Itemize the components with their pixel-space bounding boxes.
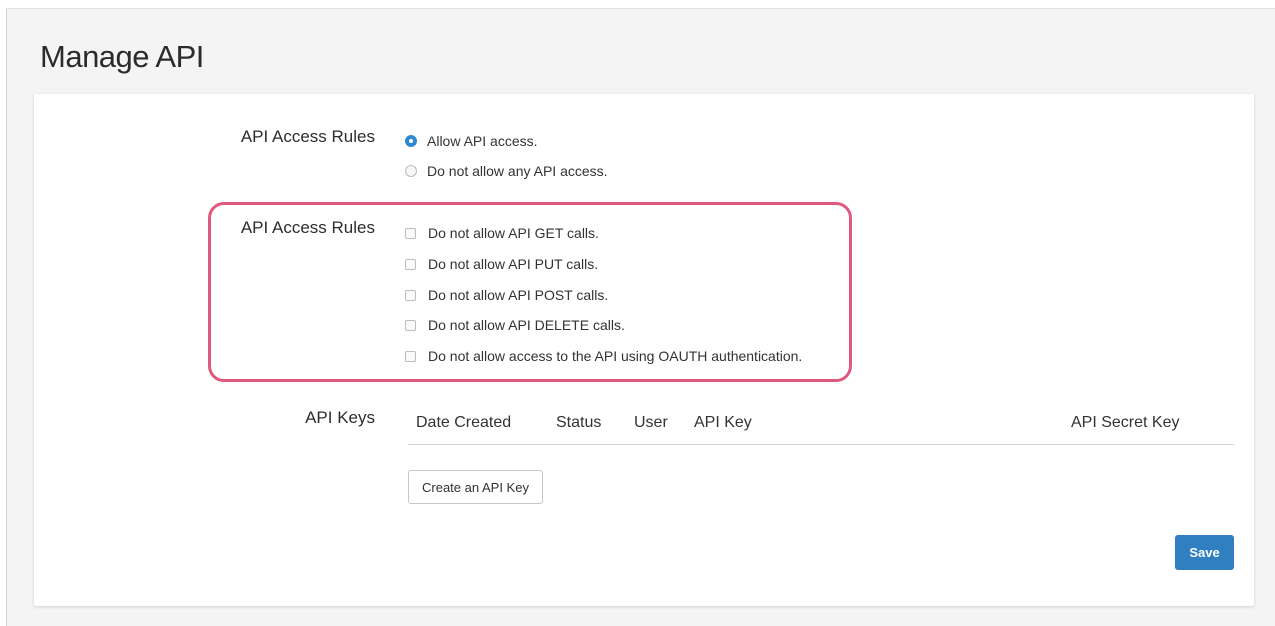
radio-allow-api-access[interactable]: Allow API access.	[405, 133, 538, 149]
checkbox-no-put[interactable]: Do not allow API PUT calls.	[405, 256, 598, 272]
checkbox-no-delete[interactable]: Do not allow API DELETE calls.	[405, 317, 625, 333]
checkbox-label: Do not allow access to the API using OAU…	[428, 348, 803, 364]
checkbox-label: Do not allow API GET calls.	[428, 225, 599, 241]
checkbox-label: Do not allow API PUT calls.	[428, 256, 599, 272]
checkbox[interactable]	[405, 227, 416, 239]
checkbox-label: Do not allow API DELETE calls.	[428, 317, 625, 333]
keys-section-label: API Keys	[305, 408, 375, 427]
checkbox-no-oauth[interactable]: Do not allow access to the API using OAU…	[405, 348, 802, 364]
radio-button[interactable]	[405, 165, 417, 177]
access-section-label: API Access Rules	[240, 127, 375, 146]
radio-label: Allow API access.	[427, 133, 538, 149]
save-button[interactable]: Save	[1175, 535, 1234, 570]
api-keys-table-header: Date Created Status User API Key API Sec…	[408, 412, 1234, 445]
checkbox[interactable]	[405, 319, 416, 331]
column-header-user: User	[634, 414, 668, 431]
checkbox[interactable]	[405, 258, 416, 270]
checkbox-no-post[interactable]: Do not allow API POST calls.	[405, 287, 608, 303]
checkbox-label: Do not allow API POST calls.	[428, 287, 609, 303]
column-header-api-secret-key: API Secret Key	[1071, 414, 1180, 431]
restrictions-section-label: API Access Rules	[240, 218, 375, 237]
page-title: Manage API	[40, 39, 204, 74]
settings-card: API Access Rules Allow API access. Do no…	[34, 94, 1254, 606]
checkbox-no-get[interactable]: Do not allow API GET calls.	[405, 225, 599, 241]
radio-button-checked[interactable]	[405, 135, 417, 147]
checkbox[interactable]	[405, 289, 416, 301]
radio-label: Do not allow any API access.	[427, 163, 608, 179]
checkbox[interactable]	[405, 350, 416, 362]
radio-disallow-api-access[interactable]: Do not allow any API access.	[405, 163, 608, 179]
column-header-date-created: Date Created	[416, 414, 512, 431]
column-header-status: Status	[556, 414, 602, 431]
column-header-api-key: API Key	[694, 414, 752, 431]
create-api-key-button[interactable]: Create an API Key	[408, 470, 543, 504]
